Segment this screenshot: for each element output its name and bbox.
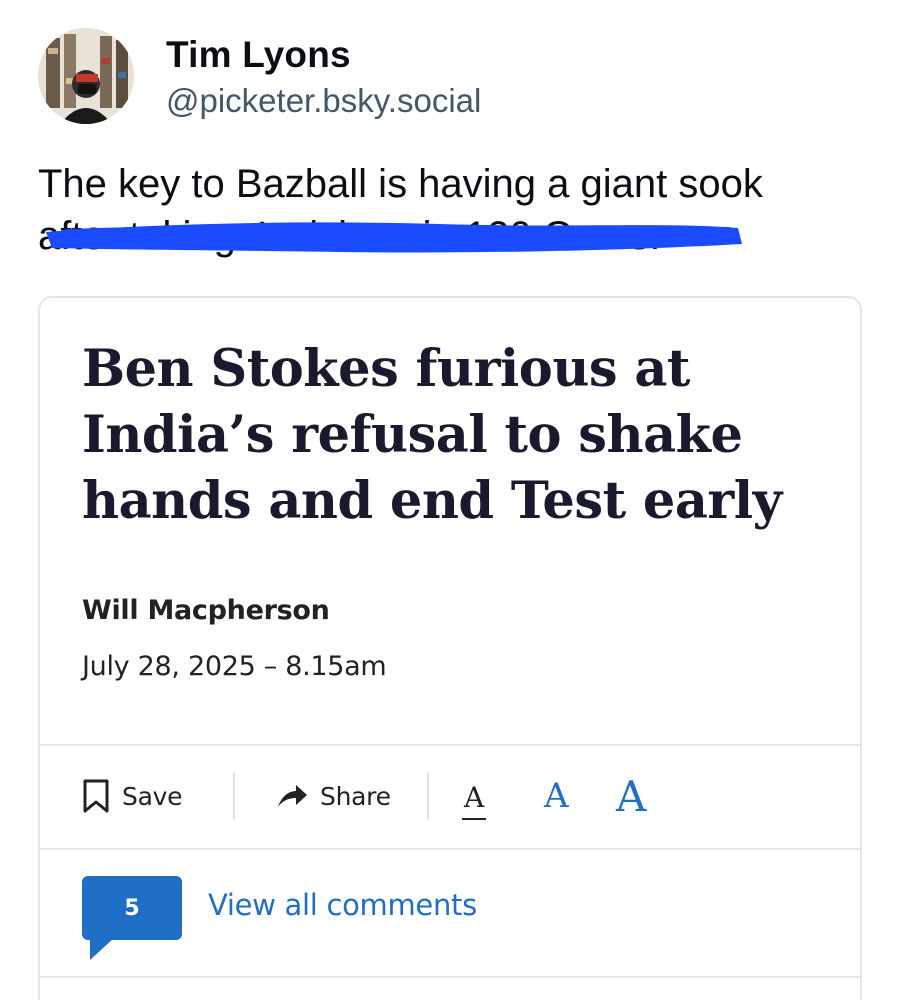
comment-count: 5	[124, 895, 140, 921]
article-headline[interactable]: Ben Stokes furious at India’s refusal to…	[82, 336, 842, 534]
toolbar-separator	[233, 772, 235, 820]
share-arrow-icon	[278, 785, 307, 807]
divider	[40, 744, 860, 746]
author-handle[interactable]: @picketer.bsky.social	[166, 82, 481, 120]
divider	[40, 976, 860, 978]
comment-count-badge[interactable]: 5	[82, 876, 182, 940]
post-text: The key to Bazball is having a giant soo…	[38, 158, 878, 262]
embed-card[interactable]: Ben Stokes furious at India’s refusal to…	[38, 296, 862, 1000]
bookmark-icon	[83, 779, 109, 813]
share-button[interactable]: Share	[276, 768, 391, 824]
font-size-small-button[interactable]: A	[462, 776, 487, 820]
avatar-photo-icon	[38, 28, 134, 124]
comments-row[interactable]: 5 View all comments	[82, 872, 842, 962]
article-toolbar: Save Share A A A	[82, 768, 842, 824]
share-label: Share	[320, 781, 391, 811]
article-author[interactable]: Will Macpherson	[82, 595, 330, 626]
post-text-line-1: The key to Bazball is having a giant soo…	[38, 162, 763, 206]
comment-bubble-tail-icon	[90, 938, 114, 960]
post-text-line-2: after taking 4 wickets in 120 Overs.	[38, 214, 661, 258]
font-size-large-button[interactable]: A	[616, 768, 646, 824]
font-size-medium-button[interactable]: A	[544, 768, 569, 824]
author-name[interactable]: Tim Lyons	[166, 34, 351, 76]
post-header: Tim Lyons @picketer.bsky.social	[38, 28, 858, 128]
save-button[interactable]: Save	[82, 768, 182, 824]
toolbar-separator	[427, 772, 429, 820]
article-date: July 28, 2025 – 8.15am	[82, 651, 387, 682]
avatar[interactable]	[38, 28, 134, 124]
view-all-comments-link[interactable]: View all comments	[208, 888, 477, 922]
save-label: Save	[122, 781, 183, 811]
divider	[40, 848, 860, 850]
